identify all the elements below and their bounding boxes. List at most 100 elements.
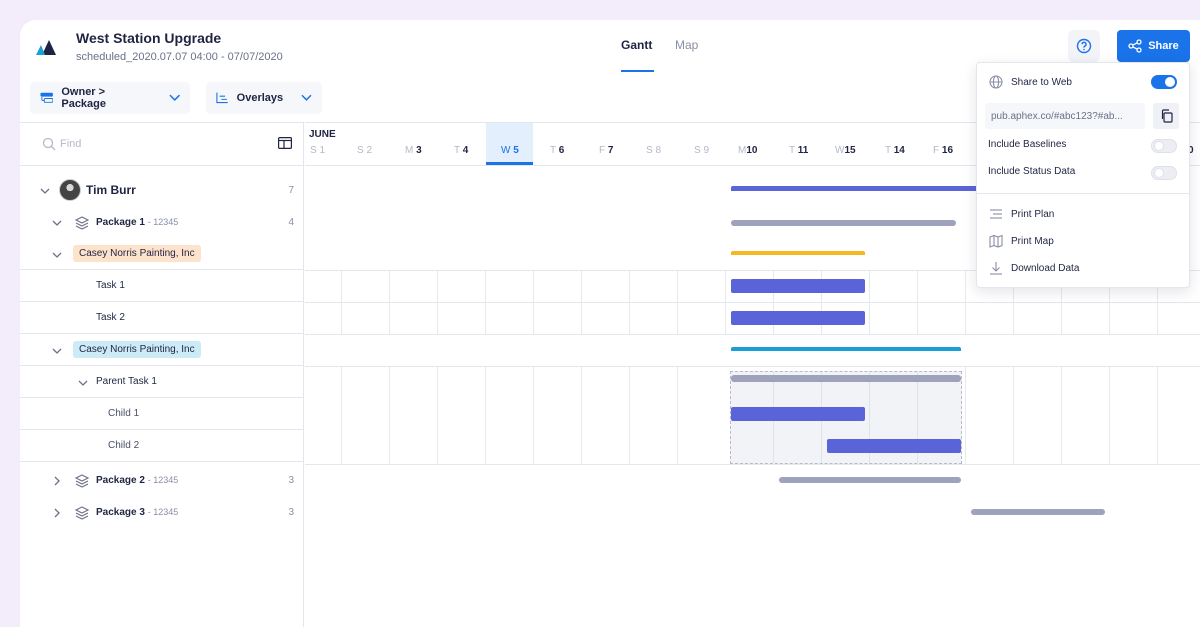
grid-line xyxy=(629,367,630,464)
day-of-week: T xyxy=(885,145,891,156)
toggle-knob xyxy=(1165,77,1175,87)
day-number: 1 xyxy=(319,145,326,156)
grid-line xyxy=(389,271,390,334)
share-url-field[interactable]: pub.aphex.co/#abc123?#ab... xyxy=(985,103,1145,129)
day-number: 8 xyxy=(655,145,662,156)
task-label: Task 1 xyxy=(96,280,125,291)
day-of-week: M xyxy=(405,145,414,156)
grid-line xyxy=(677,271,678,334)
tree-row-owner[interactable]: Tim Burr 7 xyxy=(20,174,304,206)
grid-line xyxy=(305,366,1200,367)
day-of-week: T xyxy=(550,145,556,156)
tab-map[interactable]: Map xyxy=(675,38,698,52)
share-button[interactable]: Share xyxy=(1117,30,1190,62)
grid-line xyxy=(581,271,582,334)
day-of-week: S xyxy=(357,145,364,156)
chevron-down-icon[interactable] xyxy=(78,378,88,388)
include-status-row: Include Status Data xyxy=(988,166,1177,177)
grid-line xyxy=(1109,367,1110,464)
chevron-down-icon[interactable] xyxy=(52,346,62,356)
tree-row-vendor-1[interactable]: Casey Norris Painting, Inc xyxy=(20,238,304,270)
grid-line xyxy=(677,367,678,464)
share-to-web-label: Share to Web xyxy=(1011,76,1072,88)
chevron-right-icon[interactable] xyxy=(52,508,62,518)
toggle-knob xyxy=(1154,168,1164,178)
divider xyxy=(977,193,1189,194)
toggle-knob xyxy=(1154,141,1164,151)
help-button[interactable] xyxy=(1068,30,1100,62)
group-by-label: Owner > Package xyxy=(61,86,107,110)
include-status-toggle[interactable] xyxy=(1151,166,1177,180)
day-number: 5 xyxy=(513,145,519,156)
group-by-dropdown[interactable]: Owner > Package xyxy=(30,82,190,114)
day-of-week: S xyxy=(646,145,653,156)
day-header: T 6 xyxy=(550,145,564,156)
package-3-bar[interactable] xyxy=(971,509,1105,515)
parent-task-bar[interactable] xyxy=(731,375,961,382)
column-layout-icon[interactable] xyxy=(278,137,292,149)
day-header: S 8 xyxy=(646,145,661,156)
vendor-2-bar[interactable] xyxy=(731,347,961,351)
day-header: T 14 xyxy=(885,145,905,156)
owner-summary-bar[interactable] xyxy=(731,186,981,191)
chevron-down-icon xyxy=(301,94,312,101)
grid-line xyxy=(305,334,1200,335)
globe-icon xyxy=(989,75,1003,89)
child-2-bar[interactable] xyxy=(827,439,961,453)
package-2-label: Package 2 - 12345 xyxy=(96,475,178,486)
share-icon xyxy=(1128,39,1142,53)
share-to-web-toggle[interactable] xyxy=(1151,75,1177,89)
print-map-label: Print Map xyxy=(1011,235,1054,247)
app-logo-icon xyxy=(36,40,56,55)
tree-row-child-1[interactable]: Child 1 xyxy=(20,398,304,430)
share-to-web-row[interactable]: Share to Web xyxy=(989,75,1177,89)
tree-row-task-1[interactable]: Task 1 xyxy=(20,270,304,302)
overlays-dropdown[interactable]: Overlays xyxy=(206,82,322,114)
grid-line xyxy=(305,464,1200,465)
include-baselines-toggle[interactable] xyxy=(1151,139,1177,153)
child-1-bar[interactable] xyxy=(731,407,865,421)
chevron-down-icon[interactable] xyxy=(52,250,62,260)
package-1-bar[interactable] xyxy=(731,220,956,226)
day-header: W15 xyxy=(835,145,856,156)
tree-row-package-1[interactable]: Package 1 - 12345 4 xyxy=(20,206,304,238)
package-id: - 12345 xyxy=(147,216,179,227)
grid-line xyxy=(389,367,390,464)
package-2-bar[interactable] xyxy=(779,477,961,483)
layers-icon xyxy=(75,474,89,488)
owner-name: Tim Burr xyxy=(86,183,136,197)
find-input[interactable]: Find xyxy=(42,137,81,151)
copy-url-button[interactable] xyxy=(1153,103,1179,129)
print-map-item[interactable]: Print Map xyxy=(989,234,1177,248)
task-2-bar[interactable] xyxy=(731,311,865,325)
task-label: Task 2 xyxy=(96,312,125,323)
chevron-down-icon[interactable] xyxy=(52,218,62,228)
package-3-count: 3 xyxy=(288,506,294,518)
download-data-item[interactable]: Download Data xyxy=(989,261,1177,275)
month-label: JUNE xyxy=(309,129,336,140)
tree-row-vendor-2[interactable]: Casey Norris Painting, Inc xyxy=(20,334,304,366)
tree-row-package-2[interactable]: Package 2 - 12345 3 xyxy=(20,464,304,496)
tree-row-package-3[interactable]: Package 3 - 12345 3 xyxy=(20,496,304,528)
list-icon xyxy=(990,209,1002,219)
print-plan-item[interactable]: Print Plan xyxy=(989,207,1177,221)
include-baselines-row: Include Baselines xyxy=(988,139,1177,150)
grid-line xyxy=(533,271,534,334)
day-number: 3 xyxy=(416,145,422,156)
grid-line xyxy=(485,271,486,334)
day-header: M 3 xyxy=(405,145,422,156)
vendor-1-bar[interactable] xyxy=(731,251,865,255)
tab-gantt[interactable]: Gantt xyxy=(621,38,652,52)
chevron-right-icon[interactable] xyxy=(52,476,62,486)
overlays-label: Overlays xyxy=(236,92,284,104)
tree-row-task-2[interactable]: Task 2 xyxy=(20,302,304,334)
tree-row-parent-task[interactable]: Parent Task 1 xyxy=(20,366,304,398)
tree-row-child-2[interactable]: Child 2 xyxy=(20,430,304,462)
chevron-down-icon[interactable] xyxy=(40,186,50,196)
task-1-bar[interactable] xyxy=(731,279,865,293)
grid-line xyxy=(1013,367,1014,464)
day-number: 14 xyxy=(893,145,905,156)
package-id: - 12345 xyxy=(147,474,179,485)
overlays-icon xyxy=(216,92,228,104)
grid-line xyxy=(965,367,966,464)
